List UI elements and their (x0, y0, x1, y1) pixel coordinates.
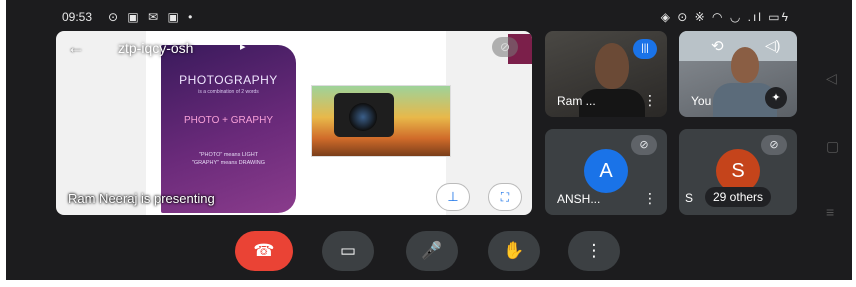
effects-icon[interactable]: ✦ (765, 87, 787, 109)
slide-footer-line: "PHOTO" means LIGHT (198, 152, 259, 158)
participant-tile-others[interactable]: ⊘ S S 29 others (679, 129, 797, 215)
slide-footer-line: "GRAPHY" means DRAWING (191, 160, 266, 166)
participant-tile-ram[interactable]: ||| Ram ... ⋮ (545, 31, 667, 117)
participant-video-face (731, 47, 759, 83)
status-bar: 09:53 ⊙ ▣ ✉ ▣ • ◈ ⊙ ※ ◠ ◡ .ıl ▭ϟ (50, 8, 810, 26)
participant-name: You (691, 94, 712, 108)
participant-name: ANSH... (557, 192, 601, 206)
screenshot-border (0, 280, 856, 287)
speaker-icon[interactable]: ◁) (765, 37, 780, 54)
mic-off-icon: ⊘ (631, 135, 657, 155)
slide-subtitle: is a combination of 2 words (198, 89, 259, 95)
presenter-mic-off-icon: ⊘ (492, 37, 518, 57)
participant-name: S (685, 191, 694, 205)
end-call-button[interactable]: ☎ (235, 231, 293, 271)
participant-tile-you[interactable]: ⟲ ◁) You ✦ (679, 31, 797, 117)
more-options-button[interactable]: ⋮ (568, 231, 620, 271)
participant-tile-ansh[interactable]: ⊘ A ANSH... ⋮ (545, 129, 667, 215)
presentation-view[interactable]: PHOTOGRAPHY is a combination of 2 words … (56, 31, 532, 215)
raise-hand-button[interactable]: ✋ (488, 231, 540, 271)
back-arrow-icon[interactable]: ← (67, 37, 85, 58)
slide-title-panel (161, 45, 296, 213)
android-nav-bar: ◁ ▢ ≡ (812, 30, 852, 280)
mic-off-icon: ⊘ (761, 135, 787, 155)
nav-back-icon[interactable]: ◁ (826, 70, 837, 87)
slide-heading: PHOTO + GRAPHY (183, 115, 273, 126)
participant-video-face (595, 43, 629, 89)
pin-button[interactable]: ⊥ (436, 183, 470, 211)
status-time: 09:53 (62, 10, 93, 24)
meeting-info-caret-icon[interactable]: ▸ (240, 40, 246, 53)
camera-toggle-button[interactable]: ▭ (322, 231, 374, 271)
mic-toggle-button[interactable]: 🎤 (406, 231, 458, 271)
others-count-badge[interactable]: 29 others (705, 187, 772, 207)
fullscreen-button[interactable]: ⛶ (488, 183, 522, 211)
avatar: A (584, 149, 628, 193)
speaking-indicator-icon: ||| (633, 39, 657, 59)
participant-name: Ram ... (557, 94, 596, 108)
shared-slide: PHOTOGRAPHY is a combination of 2 words … (146, 31, 532, 215)
slide-title: PHOTOGRAPHY (179, 73, 278, 87)
nav-home-icon[interactable]: ▢ (826, 138, 839, 155)
notification-icons: ⊙ ▣ ✉ ▣ • (108, 10, 196, 24)
meeting-code[interactable]: ztp-iqcy-osh (118, 40, 193, 56)
switch-camera-icon[interactable]: ⟲ (711, 37, 724, 55)
more-options-icon[interactable]: ⋮ (643, 92, 657, 109)
more-options-icon[interactable]: ⋮ (643, 190, 657, 207)
slide-footer: "PHOTO" means LIGHT "GRAPHY" means DRAWI… (171, 151, 286, 167)
system-status-icons: ◈ ⊙ ※ ◠ ◡ .ıl ▭ϟ (660, 10, 790, 24)
presenting-label: Ram Neeraj is presenting (68, 191, 215, 206)
camera-lens (349, 103, 377, 131)
nav-recent-icon[interactable]: ≡ (826, 204, 834, 220)
